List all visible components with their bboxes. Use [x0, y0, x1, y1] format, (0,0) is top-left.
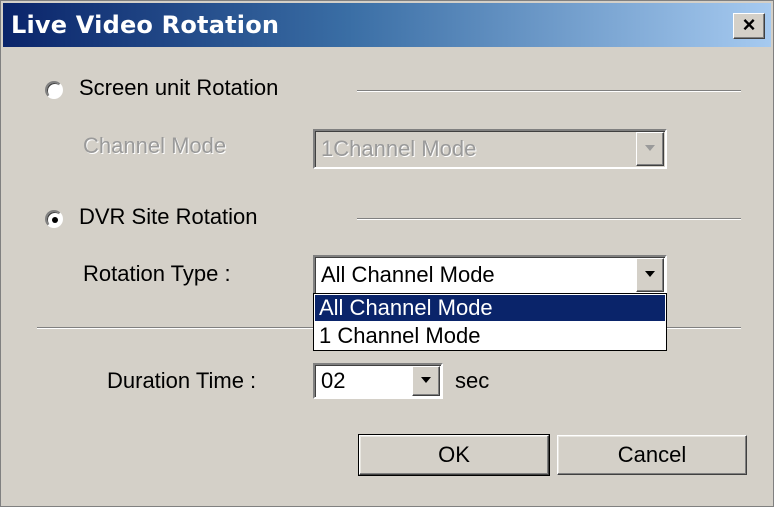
screen-unit-rotation-label[interactable]: Screen unit Rotation — [79, 75, 278, 101]
rotation-option-1-channel[interactable]: 1 Channel Mode — [315, 323, 665, 349]
rotation-type-value: All Channel Mode — [321, 262, 495, 287]
live-video-rotation-dialog: Live Video Rotation × Screen unit Rotati… — [0, 0, 774, 507]
rotation-type-dropdown-button[interactable] — [636, 258, 664, 292]
duration-time-select[interactable]: 02 — [313, 363, 443, 399]
chevron-down-icon — [421, 377, 431, 383]
duration-unit-label: sec — [455, 368, 490, 393]
duration-time-label: Duration Time : — [107, 368, 257, 393]
dialog-title: Live Video Rotation — [11, 11, 280, 39]
duration-dropdown-button[interactable] — [412, 366, 440, 396]
rotation-option-all-channel[interactable]: All Channel Mode — [315, 295, 665, 321]
chevron-down-icon — [645, 145, 655, 151]
chevron-down-icon — [645, 271, 655, 277]
screen-unit-rotation-radio[interactable] — [45, 81, 63, 99]
channel-mode-dropdown-button — [636, 132, 664, 166]
screen-unit-group-line — [357, 90, 741, 92]
dvr-site-rotation-label[interactable]: DVR Site Rotation — [79, 204, 258, 230]
channel-mode-select: 1Channel Mode — [313, 129, 667, 169]
rotation-type-select[interactable]: All Channel Mode — [313, 255, 667, 295]
title-bar[interactable]: Live Video Rotation × — [3, 3, 771, 47]
rotation-type-dropdown-list: All Channel Mode 1 Channel Mode — [313, 293, 667, 351]
close-button[interactable]: × — [733, 13, 765, 39]
channel-mode-value: 1Channel Mode — [321, 136, 477, 161]
close-icon: × — [742, 12, 756, 37]
rotation-type-label: Rotation Type : — [83, 261, 231, 286]
radio-selected-dot — [52, 217, 58, 223]
duration-time-value: 02 — [321, 368, 346, 393]
ok-button[interactable]: OK — [358, 434, 550, 476]
cancel-button[interactable]: Cancel — [557, 435, 747, 475]
dvr-site-rotation-radio[interactable] — [45, 210, 63, 228]
dvr-site-group-line — [357, 218, 741, 220]
channel-mode-label: Channel Mode — [83, 133, 227, 158]
